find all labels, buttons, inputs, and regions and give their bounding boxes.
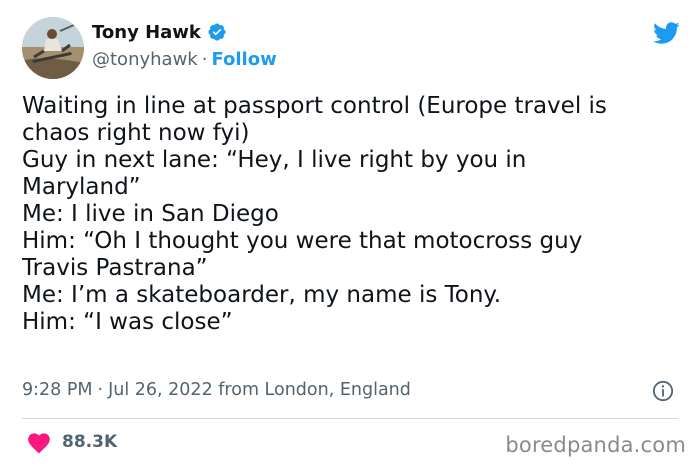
tweet-line: Me: I’m a skateboarder, my name is Tony.: [22, 282, 502, 308]
separator: ·: [201, 49, 208, 70]
tweet-line: Maryland”: [22, 174, 141, 200]
tweet-header: Tony Hawk @tonyhawk · Follow: [22, 17, 682, 79]
divider: [22, 418, 678, 419]
heart-icon[interactable]: [26, 430, 52, 454]
follow-button[interactable]: Follow: [211, 49, 276, 70]
verified-badge-icon: [207, 22, 227, 42]
info-icon[interactable]: [652, 380, 674, 402]
tweet-time[interactable]: 9:28 PM: [22, 380, 93, 400]
meta-separator: ·: [97, 380, 104, 400]
tweet-line: Travis Pastrana”: [22, 255, 208, 281]
like-count: 88.3K: [62, 432, 118, 452]
name-row: Tony Hawk: [92, 20, 227, 44]
avatar[interactable]: [22, 17, 84, 79]
watermark: boredpanda.com: [505, 433, 686, 457]
display-name[interactable]: Tony Hawk: [92, 22, 201, 43]
tweet-line: Me: I live in San Diego: [22, 201, 279, 227]
twitter-bird-icon[interactable]: [650, 19, 682, 47]
tweet-date-location[interactable]: Jul 26, 2022 from London, England: [108, 380, 411, 400]
tweet-meta: 9:28 PM · Jul 26, 2022 from London, Engl…: [22, 380, 411, 400]
handle-row: @tonyhawk · Follow: [92, 49, 277, 70]
tweet-line: chaos right now fyi): [22, 120, 250, 146]
tweet-line: Guy in next lane: “Hey, I live right by …: [22, 147, 527, 173]
handle[interactable]: @tonyhawk: [92, 49, 198, 70]
tweet-text: Waiting in line at passport control (Eur…: [22, 93, 682, 336]
tweet-line: Him: “Oh I thought you were that motocro…: [22, 228, 583, 254]
like-action[interactable]: 88.3K: [26, 430, 117, 454]
tweet-line: Him: “I was close”: [22, 309, 233, 335]
tweet-line: Waiting in line at passport control (Eur…: [22, 93, 607, 119]
